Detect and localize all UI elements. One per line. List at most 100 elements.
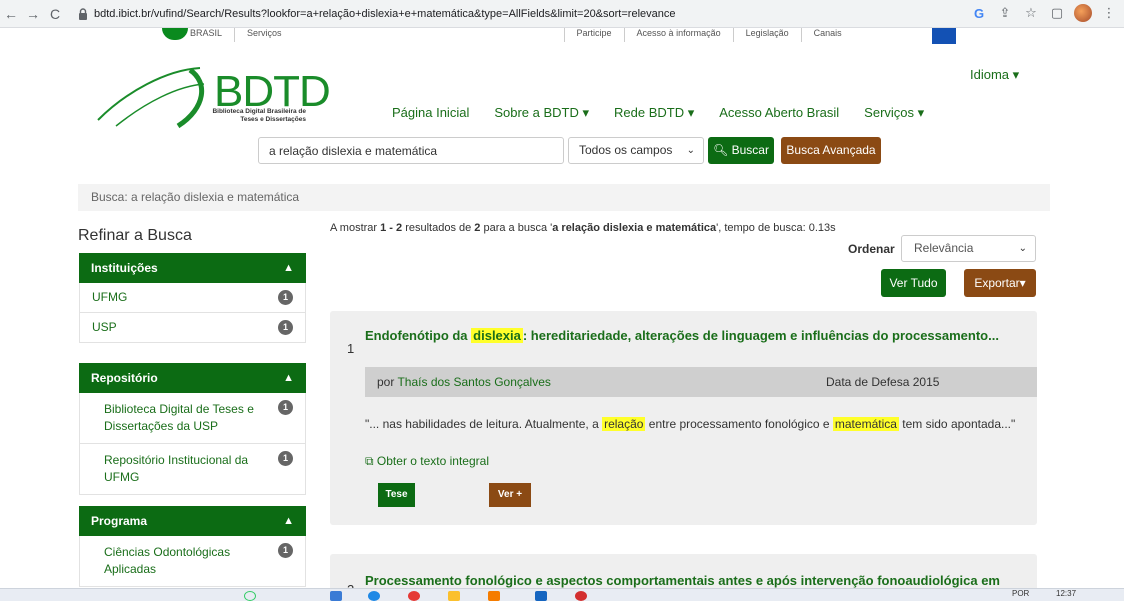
- result-title[interactable]: Endofenótipo da dislexia: hereditariedad…: [365, 328, 999, 343]
- facet-item-label: Ciências Odontológicas Aplicadas: [104, 545, 231, 576]
- back-icon[interactable]: ←: [0, 6, 22, 22]
- browser-toolbar: ← → C bdtd.ibict.br/vufind/Search/Result…: [0, 0, 1124, 28]
- gov-legislacao[interactable]: Legislação: [732, 28, 801, 42]
- title-highlight: dislexia: [471, 328, 523, 343]
- external-link-icon: ⧉: [365, 454, 374, 468]
- snippet-text: "... nas habilidades de leitura. Atualme…: [365, 417, 603, 431]
- result-card: 1 Endofenótipo da dislexia: hereditaried…: [330, 311, 1037, 525]
- facet-item-label: Biblioteca Digital de Teses e Dissertaçõ…: [104, 402, 254, 433]
- main-nav: Página Inicial Sobre a BDTD ▾ Rede BDTD …: [392, 105, 924, 121]
- facet-item[interactable]: Ciências Odontológicas Aplicadas 1: [79, 536, 306, 587]
- facet-header[interactable]: Instituições ▲: [79, 253, 306, 283]
- result-meta: por Thaís dos Santos Gonçalves Data de D…: [365, 367, 1037, 397]
- snippet-highlight: relação: [602, 417, 646, 431]
- share-icon[interactable]: ⇪: [996, 5, 1014, 21]
- facet-header[interactable]: Programa ▲: [79, 506, 306, 536]
- search-button[interactable]: 🔍︎ Buscar: [708, 137, 774, 164]
- menu-kebab-icon[interactable]: ⋮: [1100, 5, 1118, 21]
- facet-item-label: Repositório Institucional da UFMG: [104, 453, 249, 484]
- count-badge: 1: [278, 320, 293, 335]
- collapse-triangle-icon: ▲: [283, 262, 294, 274]
- language-indicator[interactable]: POR: [1012, 589, 1029, 598]
- fulltext-link[interactable]: ⧉ Obter o texto integral: [365, 454, 489, 469]
- title-text: : hereditariedade, alterações de linguag…: [522, 328, 999, 343]
- fulltext-label: Obter o texto integral: [376, 454, 489, 468]
- author-link[interactable]: Thaís dos Santos Gonçalves: [397, 375, 550, 389]
- clock[interactable]: 12:37: [1056, 589, 1076, 598]
- gov-servicos[interactable]: Serviços: [234, 28, 294, 42]
- profile-avatar[interactable]: [1074, 4, 1092, 22]
- defense-date: Data de Defesa 2015: [826, 375, 940, 389]
- idioma-dropdown[interactable]: Idioma ▾: [970, 67, 1019, 83]
- count-badge: 1: [278, 451, 293, 466]
- view-all-button[interactable]: Ver Tudo: [881, 269, 946, 297]
- summary-text: resultados de: [402, 222, 475, 234]
- by-label: por: [377, 375, 398, 389]
- bookmark-star-icon[interactable]: ☆: [1022, 5, 1040, 21]
- type-tese-button[interactable]: Tese: [378, 483, 415, 507]
- app-icon[interactable]: [575, 591, 587, 601]
- tab-search-icon[interactable]: ▢: [1048, 5, 1066, 21]
- summary-text: ', tempo de busca: 0.13s: [716, 222, 836, 234]
- view-more-button[interactable]: Ver +: [489, 483, 531, 507]
- search-button-label: Buscar: [731, 143, 769, 157]
- forward-icon[interactable]: →: [22, 6, 44, 22]
- facet-programa: Programa ▲ Ciências Odontológicas Aplica…: [79, 506, 306, 587]
- nav-sobre[interactable]: Sobre a BDTD ▾: [494, 105, 589, 121]
- count-badge: 1: [278, 400, 293, 415]
- facet-instituicoes: Instituições ▲ UFMG 1 USP 1: [79, 253, 306, 343]
- search-icon: 🔍︎: [713, 143, 729, 157]
- gov-acesso[interactable]: Acesso à informação: [623, 28, 733, 42]
- app-icon[interactable]: [368, 591, 380, 601]
- facet-title: Instituições: [91, 261, 158, 275]
- snippet-highlight: matemática: [832, 417, 899, 431]
- export-button[interactable]: Exportar▾: [964, 269, 1036, 297]
- gov-participe[interactable]: Participe: [563, 28, 624, 42]
- chevron-down-icon: ⌄: [686, 145, 695, 156]
- title-text: Endofenótipo da: [365, 328, 472, 343]
- count-badge: 1: [278, 543, 293, 558]
- nav-rede[interactable]: Rede BDTD ▾: [614, 105, 694, 121]
- reload-icon[interactable]: C: [44, 6, 66, 22]
- collapse-triangle-icon: ▲: [283, 372, 294, 384]
- gov-brasil[interactable]: BRASIL: [160, 28, 234, 42]
- lock-icon: [79, 7, 87, 20]
- snippet-text: entre processamento fonológico e: [645, 417, 833, 431]
- facet-item[interactable]: UFMG 1: [79, 283, 306, 313]
- nav-pagina-inicial[interactable]: Página Inicial: [392, 105, 469, 121]
- facet-item[interactable]: Repositório Institucional da UFMG 1: [79, 444, 306, 495]
- snippet-text: tem sido apontada...": [898, 417, 1016, 431]
- result-title[interactable]: Processamento fonológico e aspectos comp…: [365, 573, 1000, 588]
- app-icon[interactable]: [330, 591, 342, 601]
- app-icon[interactable]: [408, 591, 420, 601]
- os-taskbar: POR 12:37: [0, 588, 1124, 601]
- gov-canais[interactable]: Canais: [800, 28, 854, 42]
- gov-bar: BRASIL Serviços Participe Acesso à infor…: [160, 28, 960, 42]
- facet-title: Repositório: [91, 371, 158, 385]
- app-icon[interactable]: [488, 591, 500, 601]
- gov-accessibility-icon[interactable]: [932, 28, 956, 44]
- advanced-search-button[interactable]: Busca Avançada: [781, 137, 881, 164]
- app-icon[interactable]: [535, 591, 547, 601]
- facet-repositorio: Repositório ▲ Biblioteca Digital de Tese…: [79, 363, 306, 495]
- breadcrumb: Busca: a relação dislexia e matemática: [78, 184, 1050, 211]
- result-snippet: "... nas habilidades de leitura. Atualme…: [365, 414, 1037, 434]
- facet-header[interactable]: Repositório ▲: [79, 363, 306, 393]
- facet-item[interactable]: Biblioteca Digital de Teses e Dissertaçõ…: [79, 393, 306, 444]
- search-field-value: Todos os campos: [579, 143, 673, 157]
- bdtd-logo[interactable]: BDTD Biblioteca Digital Brasileira de Te…: [96, 62, 331, 132]
- cortana-icon[interactable]: [244, 591, 256, 601]
- nav-acesso-aberto[interactable]: Acesso Aberto Brasil: [719, 105, 839, 121]
- nav-servicos[interactable]: Serviços ▾: [864, 105, 924, 121]
- search-field-select[interactable]: Todos os campos ⌄: [568, 137, 704, 164]
- facet-item-label: USP: [92, 320, 117, 334]
- google-icon[interactable]: G: [970, 6, 988, 21]
- address-bar[interactable]: bdtd.ibict.br/vufind/Search/Results?look…: [94, 8, 675, 20]
- facet-item[interactable]: USP 1: [79, 313, 306, 343]
- search-input[interactable]: [258, 137, 564, 164]
- app-icon[interactable]: [448, 591, 460, 601]
- sort-select[interactable]: Relevância ⌄: [901, 235, 1036, 262]
- facet-title: Programa: [91, 514, 148, 528]
- count-badge: 1: [278, 290, 293, 305]
- logo-subtitle: Biblioteca Digital Brasileira de Teses e…: [212, 108, 306, 123]
